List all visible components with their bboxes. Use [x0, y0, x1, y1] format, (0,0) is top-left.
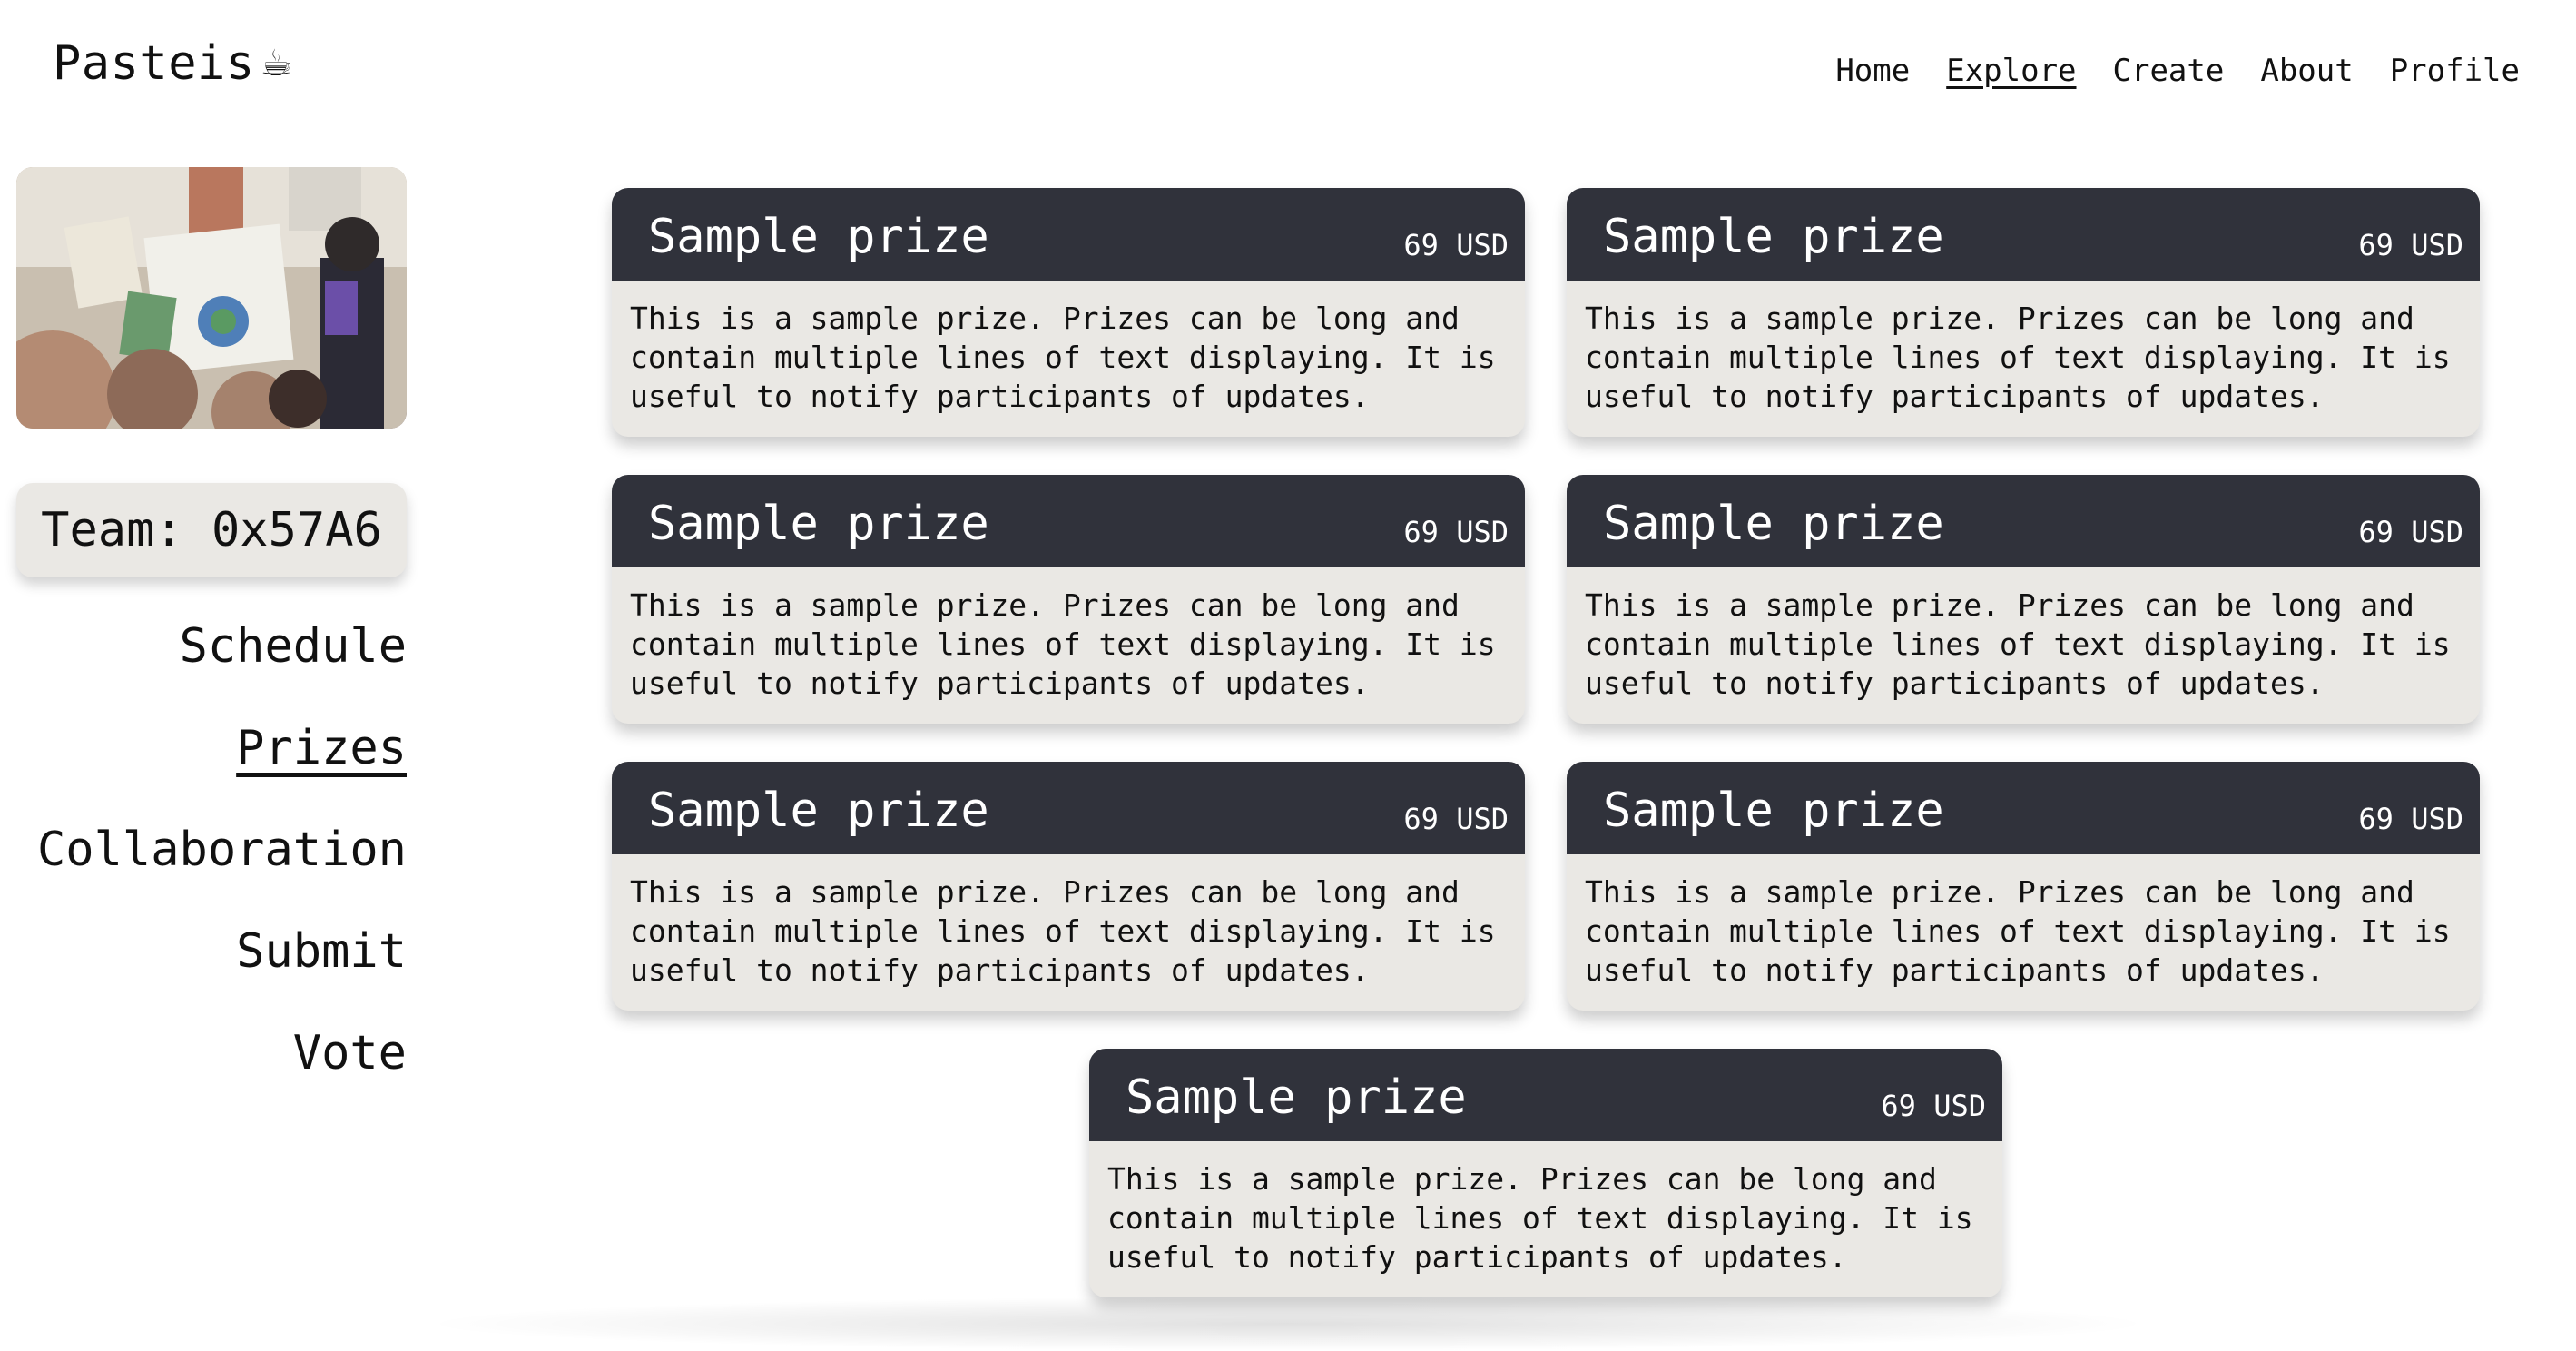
nav-profile[interactable]: Profile: [2390, 53, 2520, 89]
prize-description: This is a sample prize. Prizes can be lo…: [1585, 874, 2451, 988]
prize-card-header: Sample prize 69 USD: [1567, 188, 2480, 281]
prize-card-header: Sample prize 69 USD: [612, 475, 1525, 567]
prize-card-header: Sample prize 69 USD: [612, 188, 1525, 281]
prize-card: Sample prize 69 USD This is a sample pri…: [1567, 762, 2480, 1011]
prize-card: Sample prize 69 USD This is a sample pri…: [1567, 475, 2480, 724]
prize-title: Sample prize: [1603, 210, 1944, 264]
prize-description: This is a sample prize. Prizes can be lo…: [630, 301, 1496, 414]
nav-explore[interactable]: Explore: [1946, 53, 2076, 89]
nav-home[interactable]: Home: [1835, 53, 1910, 89]
prize-description: This is a sample prize. Prizes can be lo…: [1585, 301, 2451, 414]
footer-shadow: [418, 1297, 2158, 1351]
sidebar-item-vote[interactable]: Vote: [293, 1024, 407, 1082]
top-navigation: Home Explore Create About Profile: [1835, 53, 2520, 89]
prize-title: Sample prize: [648, 784, 989, 838]
prize-title: Sample prize: [1603, 784, 1944, 838]
nav-create[interactable]: Create: [2113, 53, 2225, 89]
coffee-cup-icon: ☕: [260, 43, 294, 84]
prize-amount: 69 USD: [1403, 228, 1509, 262]
prize-description: This is a sample prize. Prizes can be lo…: [1107, 1161, 1973, 1275]
sidebar-item-schedule[interactable]: Schedule: [180, 617, 407, 676]
sidebar-navigation: Schedule Prizes Collaboration Submit Vot…: [37, 617, 407, 1082]
prize-card-header: Sample prize 69 USD: [1567, 475, 2480, 567]
prize-description: This is a sample prize. Prizes can be lo…: [1585, 587, 2451, 701]
prize-amount: 69 USD: [1881, 1089, 1986, 1123]
prize-amount: 69 USD: [1403, 515, 1509, 549]
prize-amount: 69 USD: [1403, 802, 1509, 836]
prize-title: Sample prize: [648, 210, 989, 264]
prize-description: This is a sample prize. Prizes can be lo…: [630, 874, 1496, 988]
sidebar-item-prizes[interactable]: Prizes: [236, 719, 407, 777]
prize-card-header: Sample prize 69 USD: [612, 762, 1525, 854]
brand-logo[interactable]: Pasteis ☕: [53, 36, 293, 91]
nav-about[interactable]: About: [2260, 53, 2353, 89]
sidebar-item-submit[interactable]: Submit: [236, 922, 407, 981]
prize-title: Sample prize: [1603, 497, 1944, 551]
prize-card: Sample prize 69 USD This is a sample pri…: [612, 188, 1525, 437]
protest-photo-illustration: [16, 167, 407, 429]
prize-title: Sample prize: [1126, 1070, 1467, 1125]
prize-card: Sample prize 69 USD This is a sample pri…: [1567, 188, 2480, 437]
prize-card: Sample prize 69 USD This is a sample pri…: [612, 475, 1525, 724]
team-badge: Team: 0x57A6: [16, 483, 407, 577]
prize-amount: 69 USD: [2358, 515, 2463, 549]
prize-card: Sample prize 69 USD This is a sample pri…: [1089, 1049, 2002, 1297]
prize-card: Sample prize 69 USD This is a sample pri…: [612, 762, 1525, 1011]
sidebar-item-collaboration[interactable]: Collaboration: [37, 821, 407, 879]
prize-title: Sample prize: [648, 497, 989, 551]
team-label: Team: 0x57A6: [41, 503, 382, 557]
prize-card-header: Sample prize 69 USD: [1089, 1049, 2002, 1141]
prize-amount: 69 USD: [2358, 802, 2463, 836]
brand-name: Pasteis: [53, 36, 255, 91]
prize-description: This is a sample prize. Prizes can be lo…: [630, 587, 1496, 701]
prize-amount: 69 USD: [2358, 228, 2463, 262]
team-photo: [16, 167, 407, 429]
prize-card-header: Sample prize 69 USD: [1567, 762, 2480, 854]
